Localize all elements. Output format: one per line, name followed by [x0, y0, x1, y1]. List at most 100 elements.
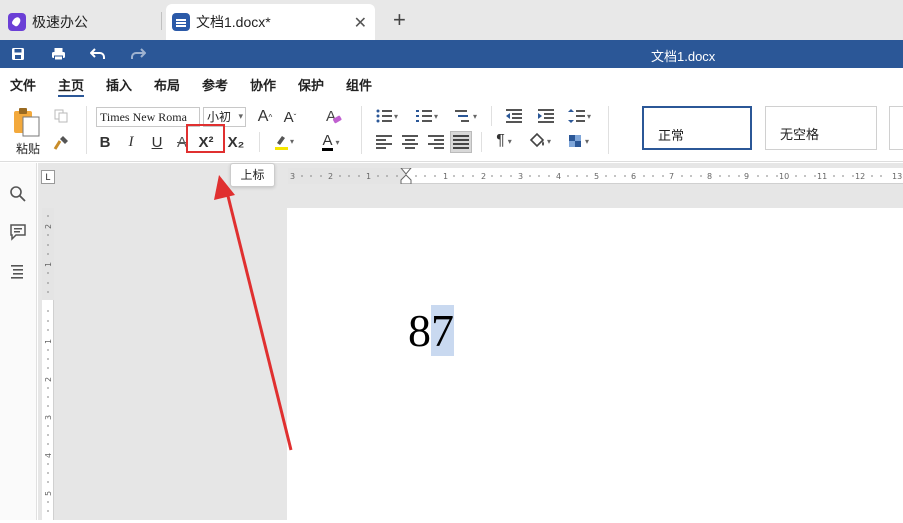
text-selected: 7	[431, 305, 454, 356]
multilevel-list-icon[interactable]: ▾	[453, 107, 481, 125]
increase-indent-icon[interactable]	[536, 107, 556, 125]
style-next[interactable]	[889, 106, 903, 150]
align-right-icon[interactable]	[426, 133, 446, 151]
svg-text:▾: ▾	[434, 112, 438, 121]
tab-home[interactable]: 极速办公	[8, 4, 160, 40]
svg-text:1: 1	[44, 339, 53, 344]
svg-text:3: 3	[518, 172, 523, 181]
svg-text:▾: ▾	[394, 112, 398, 121]
ribbon-separator	[491, 106, 492, 126]
title-bar: 文档1.docx	[0, 40, 903, 68]
rocket-app-icon	[8, 13, 26, 31]
horizontal-ruler[interactable]: 321 123 456 789 10 11 12 13	[288, 167, 903, 185]
svg-text:1: 1	[366, 172, 371, 181]
style-normal[interactable]: 正常	[642, 106, 752, 150]
svg-text:2: 2	[481, 172, 486, 181]
menu-collaborate[interactable]: 协作	[250, 75, 276, 94]
menu-home[interactable]: 主页	[58, 75, 85, 97]
ribbon-separator	[86, 106, 87, 154]
redo-icon[interactable]	[129, 45, 147, 63]
ribbon-separator	[481, 132, 482, 152]
svg-text:7: 7	[669, 172, 674, 181]
font-color-button[interactable]: A ▾	[316, 131, 346, 153]
svg-text:6: 6	[631, 172, 636, 181]
subscript-button[interactable]: X₂	[226, 132, 246, 152]
svg-text:12: 12	[855, 172, 865, 181]
decrease-font-size-icon[interactable]: Aˇ	[280, 108, 300, 126]
menu-references[interactable]: 参考	[202, 75, 228, 94]
undo-icon[interactable]	[89, 45, 107, 63]
svg-text:▾: ▾	[587, 112, 591, 121]
svg-text:5: 5	[594, 172, 599, 181]
vertical-ruler[interactable]: 2 1 1 2 3 4 5	[42, 208, 54, 520]
bold-button[interactable]: B	[95, 132, 115, 152]
svg-text:4: 4	[44, 453, 53, 458]
menu-file[interactable]: 文件	[10, 75, 36, 94]
format-painter-icon[interactable]	[52, 134, 70, 152]
svg-text:11: 11	[817, 172, 827, 181]
menu-components[interactable]: 组件	[346, 75, 372, 94]
svg-text:2: 2	[44, 377, 53, 382]
tab-document-label: 文档1.docx*	[196, 14, 271, 30]
save-icon[interactable]	[9, 45, 27, 63]
superscript-tooltip: 上标	[230, 163, 275, 187]
navigation-icon[interactable]	[9, 262, 27, 280]
font-name-select[interactable]: Times New Roma	[96, 107, 200, 127]
svg-text:13: 13	[892, 172, 902, 181]
font-name-value: Times New Roma	[100, 110, 187, 124]
increase-font-size-icon[interactable]: A ^	[255, 108, 275, 126]
copy-icon[interactable]	[53, 108, 69, 124]
font-color-letter: A	[322, 131, 333, 151]
menu-layout[interactable]: 布局	[154, 75, 180, 94]
superscript-highlight-box	[186, 124, 225, 153]
menu-bar: 文件 主页 插入 布局 参考 协作 保护 组件	[0, 68, 903, 98]
line-spacing-icon[interactable]: ▾	[567, 107, 595, 125]
numbered-list-icon[interactable]: ▾	[414, 107, 442, 125]
clear-formatting-icon[interactable]: A	[323, 106, 343, 126]
text-normal: 8	[408, 305, 431, 356]
svg-text:2: 2	[44, 224, 53, 229]
document-text[interactable]: 87	[408, 303, 454, 359]
style-no-spacing[interactable]: 无空格	[765, 106, 877, 150]
tab-separator	[161, 12, 162, 30]
svg-text:2: 2	[328, 172, 333, 181]
decrease-indent-icon[interactable]	[504, 107, 524, 125]
new-tab-plus-icon[interactable]: +	[393, 8, 406, 32]
svg-text:5: 5	[44, 491, 53, 496]
ribbon-separator	[361, 106, 362, 154]
search-icon[interactable]	[9, 185, 27, 203]
tab-stop-selector[interactable]: L	[41, 170, 55, 184]
highlight-color-icon[interactable]: ▾	[271, 132, 299, 152]
svg-text:▾: ▾	[585, 137, 589, 146]
italic-button[interactable]: I	[121, 132, 141, 152]
svg-text:9: 9	[744, 172, 749, 181]
tab-document[interactable]: 文档1.docx* ✕	[166, 4, 375, 40]
align-center-icon[interactable]	[400, 133, 420, 151]
shading-fill-icon[interactable]: ▾	[527, 131, 555, 151]
ribbon-toolbar: 粘贴 Times New Roma 小初 ▾ A ^ Aˇ A B I U A X²…	[0, 98, 903, 162]
print-icon[interactable]	[49, 45, 67, 63]
underline-button[interactable]: U	[147, 132, 167, 152]
paste-button[interactable]: 粘贴	[16, 140, 40, 157]
align-left-icon[interactable]	[374, 133, 394, 151]
menu-protect[interactable]: 保护	[298, 75, 324, 94]
document-page[interactable]: 87	[287, 208, 903, 520]
bullet-list-icon[interactable]: ▾	[374, 107, 402, 125]
ribbon-separator	[608, 106, 609, 154]
borders-icon[interactable]: ▾	[566, 131, 594, 151]
tab-bar: 极速办公 文档1.docx* ✕ +	[0, 0, 903, 40]
svg-text:3: 3	[44, 415, 53, 420]
justify-icon[interactable]	[450, 131, 472, 153]
chevron-down-icon: ▾	[335, 137, 340, 147]
pilcrow-icon: ¶	[496, 132, 505, 149]
paste-icon[interactable]	[13, 107, 41, 137]
svg-text:▾: ▾	[473, 112, 477, 121]
comment-icon[interactable]	[9, 223, 27, 241]
svg-text:3: 3	[290, 172, 295, 181]
pilcrow-button[interactable]: ¶ ▾	[490, 131, 518, 151]
chevron-down-icon: ▾	[238, 112, 243, 122]
menu-insert[interactable]: 插入	[106, 75, 132, 94]
svg-text:10: 10	[779, 172, 789, 181]
close-icon[interactable]: ✕	[354, 13, 367, 33]
svg-text:1: 1	[443, 172, 448, 181]
